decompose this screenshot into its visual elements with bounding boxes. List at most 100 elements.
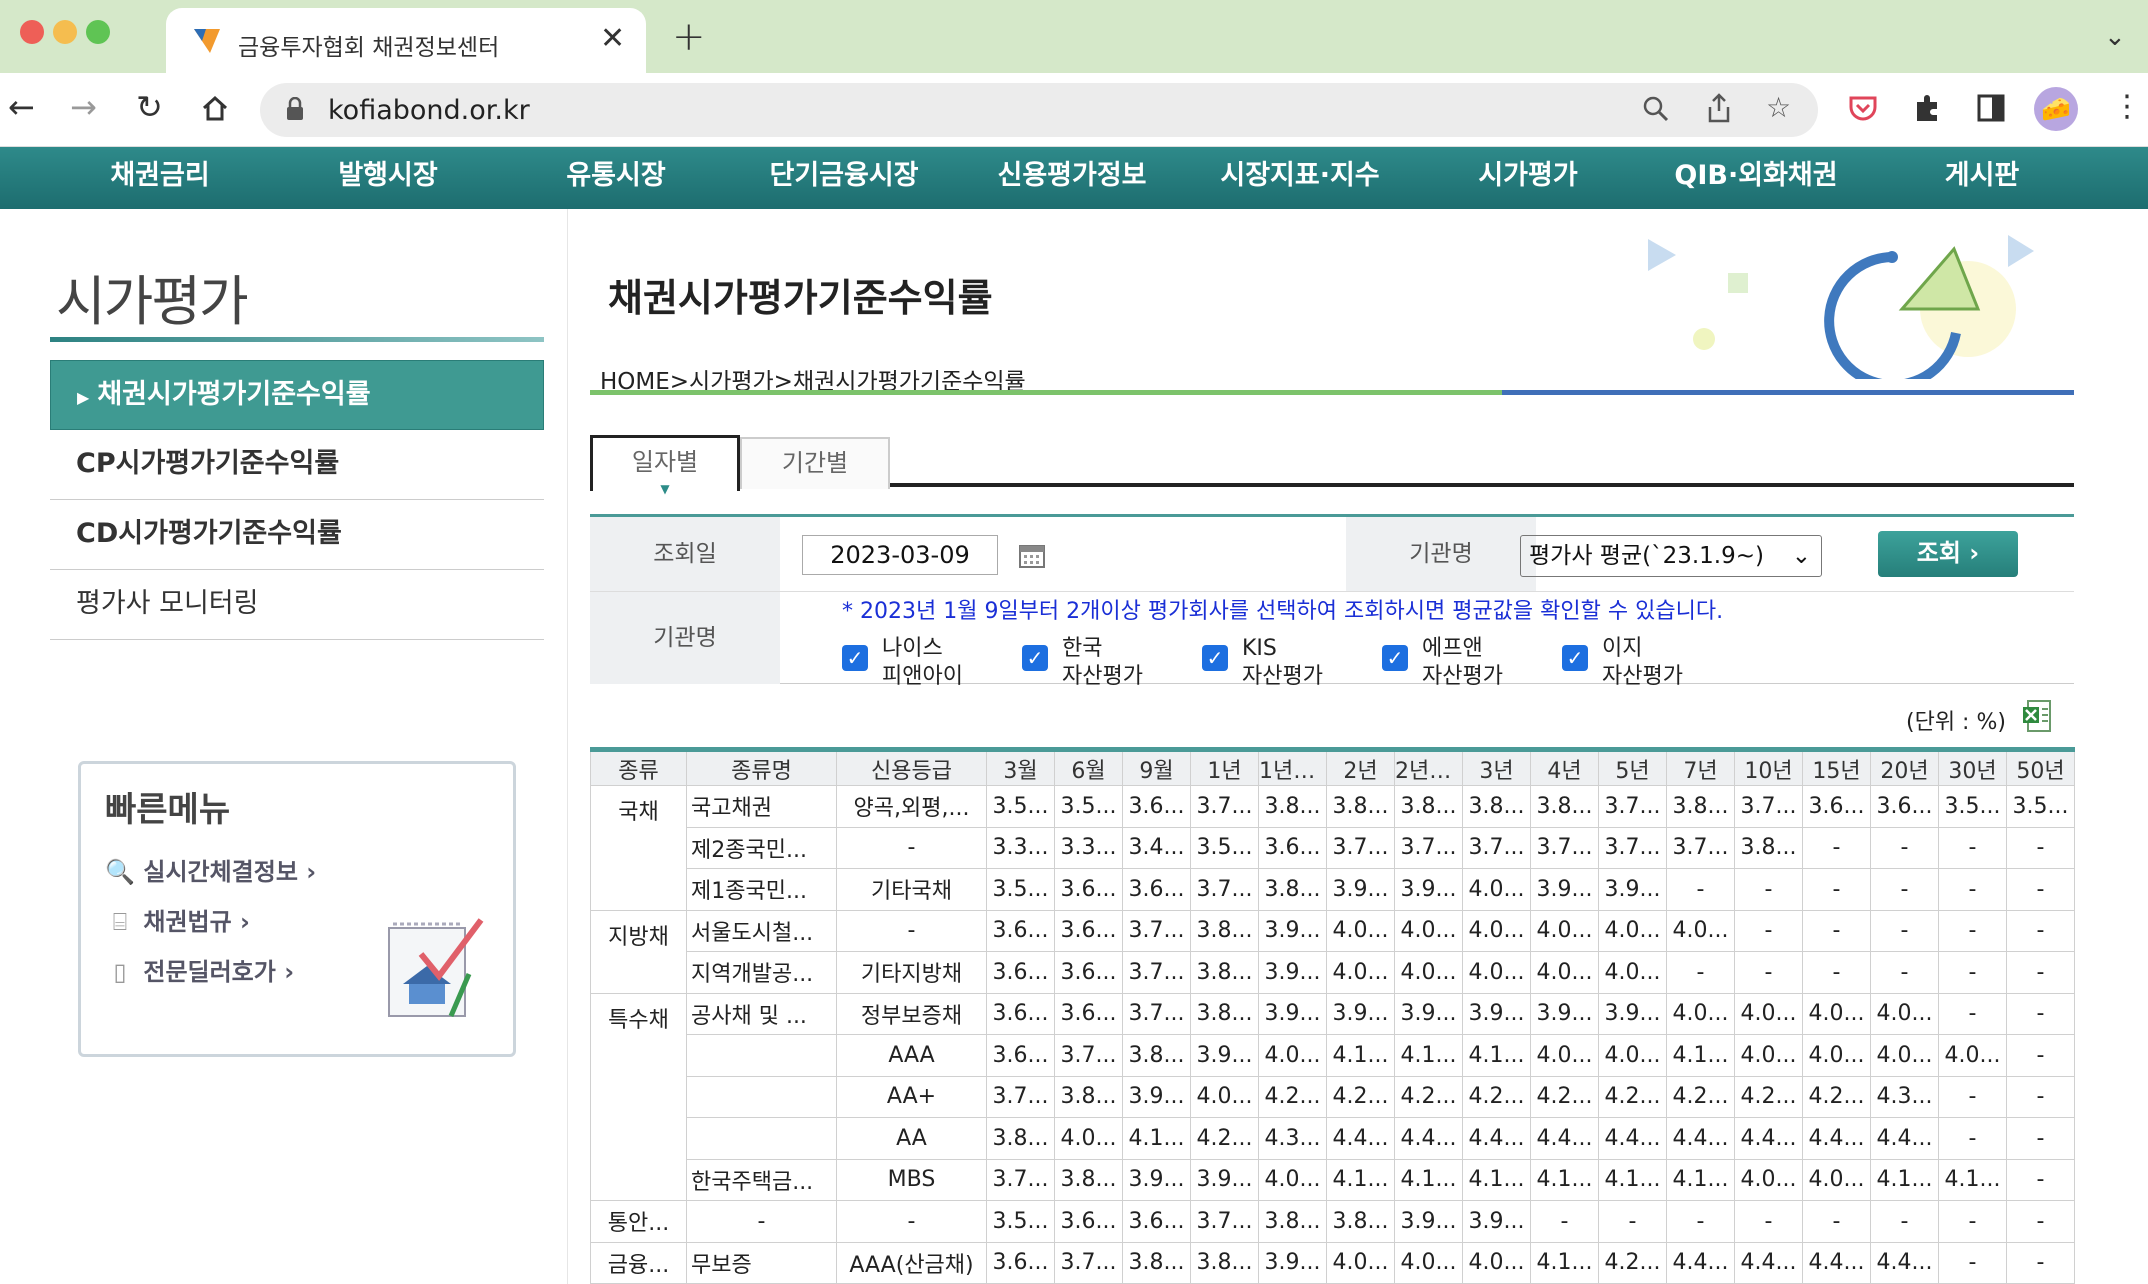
yield-cell: 3.6...	[986, 951, 1055, 994]
reload-icon[interactable]: ↻	[136, 91, 163, 123]
address-bar[interactable]: kofiabond.or.kr ☆	[260, 83, 1818, 137]
checkbox-checked-icon[interactable]: ✓	[1382, 645, 1408, 671]
profile-avatar[interactable]: 🧀	[2034, 87, 2078, 131]
yield-cell: 3.9...	[1258, 992, 1327, 1035]
yield-cell: -	[2006, 1075, 2075, 1118]
yield-cell: 4.0...	[1734, 1158, 1803, 1201]
chevron-down-icon: ⌄	[1791, 543, 1811, 569]
yield-cell: 4.0...	[1734, 992, 1803, 1035]
checkbox-checked-icon[interactable]: ✓	[1562, 645, 1588, 671]
new-tab-button[interactable]: +	[672, 14, 706, 60]
yield-cell: 4.0...	[1666, 992, 1735, 1035]
yield-cell: 4.4...	[1802, 1241, 1871, 1284]
yield-cell: 3.8...	[1258, 785, 1327, 828]
checkbox-checked-icon[interactable]: ✓	[1202, 645, 1228, 671]
checkbox-checked-icon[interactable]: ✓	[842, 645, 868, 671]
yield-cell: 4.0...	[1190, 1075, 1259, 1118]
gnb-item[interactable]: 신용평가정보	[997, 147, 1146, 205]
gnb-item[interactable]: 시가평가	[1478, 147, 1577, 205]
home-icon[interactable]	[200, 93, 230, 123]
yield-cell: 3.6...	[1054, 909, 1123, 952]
quick-link-law[interactable]: ⌸ 채권법규 ›	[105, 902, 250, 937]
zoom-window-button[interactable]	[86, 20, 110, 44]
yield-cell: 3.6...	[1054, 992, 1123, 1035]
yield-cell: 3.5...	[1938, 785, 2007, 828]
bond-name-cell: 제2종국민...	[686, 826, 837, 869]
search-button[interactable]: 조회 ›	[1878, 531, 2018, 577]
gnb-item[interactable]: 게시판	[1945, 147, 2020, 205]
yield-cell: 3.3...	[986, 826, 1055, 869]
browser-menu-icon[interactable]: ⋮	[2112, 89, 2142, 124]
yield-cell: 3.7...	[1190, 868, 1259, 911]
yield-cell: -	[2006, 868, 2075, 911]
credit-grade-cell: 정부보증채	[836, 992, 987, 1035]
column-header: 15년	[1802, 749, 1871, 786]
date-input[interactable]: 2023-03-09	[802, 535, 998, 575]
excel-download-icon[interactable]	[2022, 699, 2052, 733]
yield-cell: 4.4...	[1462, 1117, 1531, 1160]
side-panel-icon[interactable]	[1976, 93, 2006, 123]
gnb-item[interactable]: QIB·외화채권	[1674, 147, 1837, 205]
yield-cell: 3.6...	[1122, 785, 1191, 828]
bookmark-star-icon[interactable]: ☆	[1766, 91, 1791, 124]
tab-search-chevron-icon[interactable]: ⌄	[2104, 22, 2126, 52]
sidebar-item-bond-yield[interactable]: ▶ 채권시가평가기준수익률	[50, 360, 544, 430]
table-row: 금융... 무보증 AAA(산금채) 3.6... 3.7... 3.8... 3.8...…	[590, 1241, 2075, 1284]
forward-icon[interactable]: →	[70, 91, 97, 123]
quick-link-dealer[interactable]: ▯ 전문딜러호가 ›	[105, 952, 294, 987]
sidebar-item-monitoring[interactable]: 평가사 모니터링	[50, 570, 544, 640]
gnb-item[interactable]: 발행시장	[338, 147, 437, 205]
yield-cell: -	[1802, 909, 1871, 952]
close-window-button[interactable]	[20, 20, 44, 44]
bond-type-cell: 국채	[590, 785, 687, 910]
sidebar-item-cp-yield[interactable]: CP시가평가기준수익률	[50, 430, 544, 500]
yield-cell: 4.0...	[1394, 1241, 1463, 1284]
table-row: 지역개발공... 기타지방채 3.6... 3.6... 3.7... 3.8... 3.9…	[591, 951, 2075, 994]
tab-period[interactable]: 기간별	[740, 437, 890, 489]
form-divider	[590, 591, 2074, 592]
yield-cell: -	[1530, 1200, 1599, 1243]
extensions-puzzle-icon[interactable]	[1912, 93, 1942, 123]
credit-grade-cell: AA+	[836, 1075, 987, 1118]
yield-cell: 3.8...	[986, 1117, 1055, 1160]
yield-cell: 4.0...	[1054, 1117, 1123, 1160]
table-row: AAA 3.6... 3.7... 3.8... 3.9... 4.0... 4.1... 4…	[591, 1034, 2075, 1077]
yield-cell: 3.8...	[1530, 785, 1599, 828]
yield-cell: 3.8...	[1054, 1075, 1123, 1118]
yield-cell: 4.1...	[1870, 1158, 1939, 1201]
org-select[interactable]: 평가사 평균(`23.1.9~) ⌄	[1520, 535, 1822, 577]
yield-cell: 3.9...	[1122, 1075, 1191, 1118]
gnb-item[interactable]: 시장지표·지수	[1220, 147, 1379, 205]
share-icon[interactable]	[1706, 93, 1732, 123]
pocket-icon[interactable]	[1848, 93, 1878, 123]
sidebar-item-cd-yield[interactable]: CD시가평가기준수익률	[50, 500, 544, 570]
checkbox-checked-icon[interactable]: ✓	[1022, 645, 1048, 671]
yield-cell: -	[1938, 1075, 2007, 1118]
back-icon[interactable]: ←	[8, 91, 35, 123]
quick-link-label: 전문딜러호가	[143, 958, 276, 986]
gnb-item[interactable]: 유통시장	[566, 147, 665, 205]
yield-cell: 4.0...	[1258, 1158, 1327, 1201]
gnb-item[interactable]: 단기금융시장	[769, 147, 918, 205]
yield-cell: 3.3...	[1054, 826, 1123, 869]
browser-tab[interactable]: 금융투자협회 채권정보센터 ✕	[166, 8, 646, 74]
table-row: AA+ 3.7... 3.8... 3.9... 4.0... 4.2... 4.2... 4…	[591, 1075, 2075, 1118]
decorative-chart-graphic	[1648, 235, 2034, 379]
quick-link-realtime[interactable]: 🔍 실시간체결정보 ›	[105, 852, 316, 887]
minimize-window-button[interactable]	[53, 20, 77, 44]
yield-cell: 3.8...	[1190, 909, 1259, 952]
yield-cell: 3.6...	[1054, 868, 1123, 911]
yield-cell: 3.9...	[1394, 868, 1463, 911]
close-tab-icon[interactable]: ✕	[600, 21, 625, 56]
gnb-item[interactable]: 채권금리	[110, 147, 209, 205]
tab-daily[interactable]: 일자별 ▼	[590, 435, 740, 495]
calendar-icon[interactable]	[1018, 541, 1046, 569]
yield-cell: -	[1870, 826, 1939, 869]
yield-cell: 4.2...	[1598, 1241, 1667, 1284]
column-header: 10년	[1734, 749, 1803, 786]
table-row: AA 3.8... 4.0... 4.1... 4.2... 4.3... 4.4... 4.…	[591, 1117, 2075, 1160]
site-favicon-icon	[194, 29, 220, 53]
yield-cell: 3.8...	[1734, 826, 1803, 869]
sidebar-item-label: 평가사 모니터링	[76, 588, 259, 619]
zoom-search-icon[interactable]	[1642, 95, 1670, 123]
